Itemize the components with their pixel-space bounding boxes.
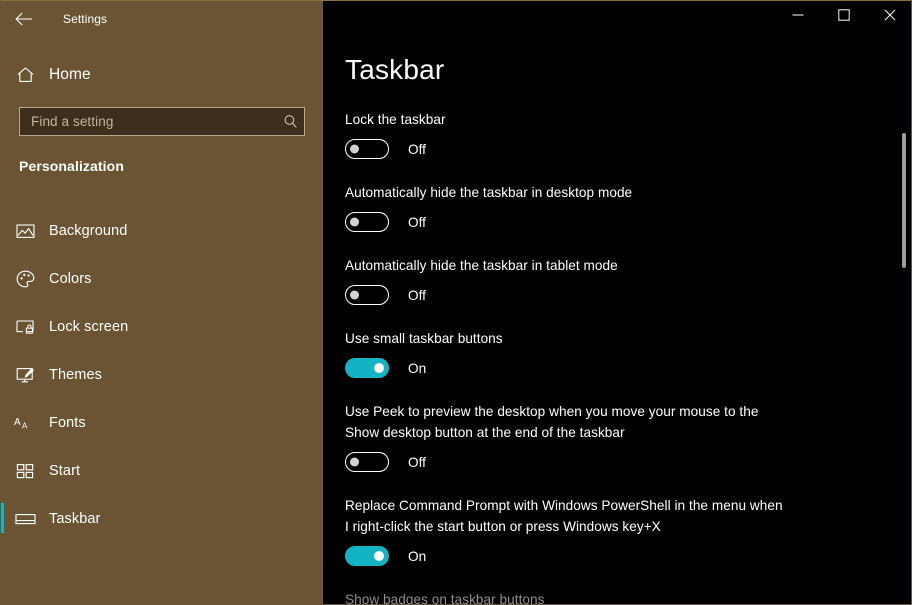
themes-icon [1,367,49,384]
sidebar-item-start[interactable]: Start [1,447,323,495]
titlebar-left: Settings [1,1,323,37]
back-arrow-icon [15,12,33,26]
image-icon [1,223,49,239]
search-input[interactable]: Find a setting [19,107,305,136]
setting-small-taskbar-buttons: Use small taskbar buttons On [323,328,891,378]
toggle-knob [350,217,359,227]
search-placeholder: Find a setting [31,114,114,129]
sidebar-item-background[interactable]: Background [1,207,323,255]
lock-screen-icon [1,319,49,335]
palette-icon [1,270,49,288]
back-button[interactable] [1,3,47,35]
toggle-row: Off [345,285,891,305]
setting-label: Lock the taskbar [345,112,446,127]
sidebar-item-label: Colors [49,271,92,287]
minimize-button[interactable] [775,1,821,33]
setting-label: Show badges on taskbar buttons [345,592,545,605]
sidebar-item-lock-screen[interactable]: Lock screen [1,303,323,351]
toggle-knob [350,144,359,154]
toggle-state-label: Off [408,141,426,157]
sidebar: Settings Home Find a setting Personaliza… [1,1,323,604]
setting-label: Use small taskbar buttons [345,331,503,346]
minimize-icon [792,8,804,26]
toggle-knob [350,290,359,300]
maximize-button[interactable] [821,1,867,33]
toggle-row: On [345,546,891,566]
close-button[interactable] [867,1,911,33]
setting-label: Automatically hide the taskbar in tablet… [345,258,618,273]
setting-auto-hide-desktop: Automatically hide the taskbar in deskto… [323,182,891,232]
setting-auto-hide-tablet: Automatically hide the taskbar in tablet… [323,255,891,305]
page-title: Taskbar [345,54,445,85]
toggle-switch[interactable] [345,139,389,159]
toggle-state-label: Off [408,214,426,230]
close-icon [884,8,896,26]
setting-use-peek: Use Peek to preview the desktop when you… [323,401,891,472]
scrollbar-thumb[interactable] [902,133,906,268]
search-icon[interactable] [276,114,304,129]
home-icon [1,66,49,84]
main-content: Taskbar Lock the taskbar Off Automatical… [323,1,911,605]
toggle-row: Off [345,139,891,159]
settings-window: Settings Home Find a setting Personaliza… [0,0,912,605]
toggle-switch[interactable] [345,452,389,472]
app-title: Settings [63,12,108,26]
fonts-icon: A A [1,415,49,431]
toggle-switch[interactable] [345,285,389,305]
start-icon [1,463,49,479]
toggle-knob [374,363,384,373]
toggle-state-label: Off [408,454,426,470]
svg-text:A: A [14,417,21,428]
setting-label: Replace Command Prompt with Windows Powe… [345,498,783,534]
toggle-state-label: Off [408,287,426,303]
setting-lock-the-taskbar: Lock the taskbar Off [323,109,891,159]
sidebar-item-label: Taskbar [49,511,101,527]
window-controls [775,1,911,33]
toggle-switch[interactable] [345,212,389,232]
toggle-switch[interactable] [345,546,389,566]
category-title: Personalization [19,158,124,174]
sidebar-nav-list: Background Colors Lock screen Themes A A… [1,207,323,543]
setting-show-badges: Show badges on taskbar buttons [323,589,891,605]
sidebar-item-home[interactable]: Home [1,59,323,91]
toggle-state-label: On [408,548,427,564]
toggle-row: On [345,358,891,378]
sidebar-item-taskbar[interactable]: Taskbar [1,495,323,543]
toggle-switch[interactable] [345,358,389,378]
sidebar-item-label: Lock screen [49,319,129,335]
sidebar-item-label: Start [49,463,81,479]
toggle-knob [350,457,359,467]
setting-replace-command-prompt: Replace Command Prompt with Windows Powe… [323,495,891,566]
taskbar-icon [1,512,49,526]
setting-label: Use Peek to preview the desktop when you… [345,404,759,440]
sidebar-item-label-home: Home [49,66,91,83]
svg-text:A: A [22,422,28,431]
sidebar-item-label: Background [49,223,128,239]
sidebar-item-themes[interactable]: Themes [1,351,323,399]
setting-label: Automatically hide the taskbar in deskto… [345,185,633,200]
sidebar-item-fonts[interactable]: A A Fonts [1,399,323,447]
maximize-icon [838,8,850,26]
sidebar-item-label: Fonts [49,415,86,431]
toggle-state-label: On [408,360,427,376]
toggle-row: Off [345,452,891,472]
scrollbar-track[interactable] [902,37,910,597]
settings-list: Lock the taskbar Off Automatically hide … [323,109,891,605]
sidebar-item-label: Themes [49,367,102,383]
toggle-knob [374,551,384,561]
toggle-row: Off [345,212,891,232]
sidebar-item-colors[interactable]: Colors [1,255,323,303]
